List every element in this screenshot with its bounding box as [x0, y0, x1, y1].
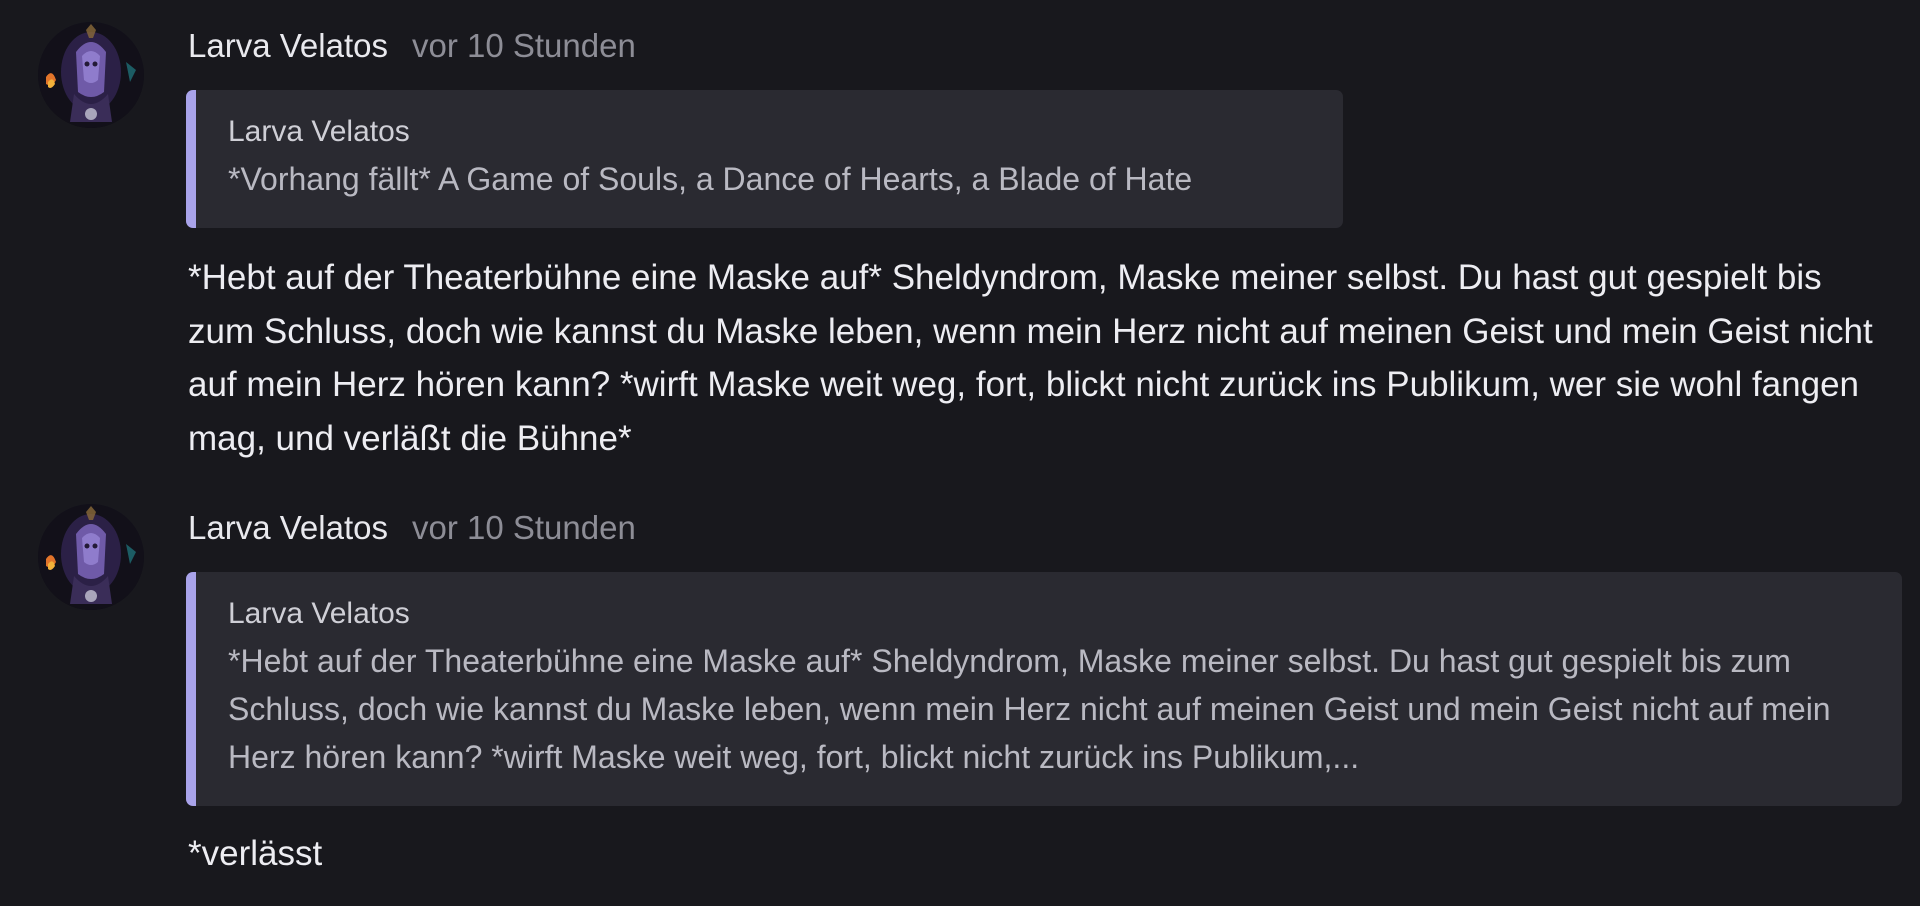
avatar-image	[38, 504, 144, 610]
message-body: *Hebt auf der Theaterbühne eine Maske au…	[188, 258, 1873, 458]
quoted-message[interactable]: Larva Velatos *Vorhang fällt* A Game of …	[186, 90, 1343, 228]
quoted-author: Larva Velatos	[228, 115, 410, 148]
message-feed: Larva Velatos vor 10 Stunden Larva Velat…	[0, 0, 1920, 906]
timestamp: vor 10 Stunden	[411, 509, 636, 546]
quoted-text: *Hebt auf der Theaterbühne eine Maske au…	[228, 643, 1831, 775]
avatar-image	[38, 22, 144, 128]
quoted-text: *Vorhang fällt* A Game of Souls, a Dance…	[228, 161, 1193, 197]
avatar[interactable]	[38, 22, 144, 128]
message-header: Larva Velatos vor 10 Stunden	[188, 506, 636, 550]
message-header: Larva Velatos vor 10 Stunden	[188, 24, 636, 68]
author-name[interactable]: Larva Velatos	[188, 506, 388, 550]
quoted-author: Larva Velatos	[228, 597, 410, 630]
author-name[interactable]: Larva Velatos	[188, 24, 388, 68]
quoted-message[interactable]: Larva Velatos *Hebt auf der Theaterbühne…	[186, 572, 1902, 806]
timestamp: vor 10 Stunden	[411, 27, 636, 64]
avatar[interactable]	[38, 504, 144, 610]
message-body: *verlässt	[188, 834, 323, 873]
